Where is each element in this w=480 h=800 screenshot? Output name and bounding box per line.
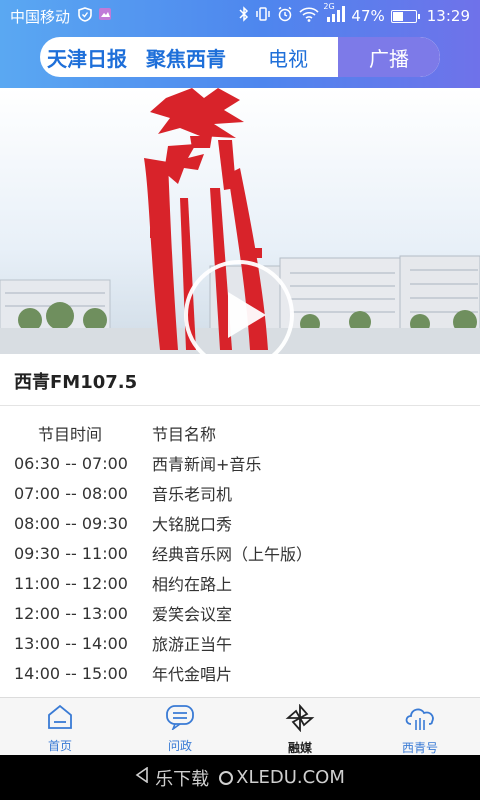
network-type-label: 2G: [323, 2, 335, 11]
schedule-row[interactable]: 11:00 -- 12:00 相约在路上: [0, 568, 480, 598]
nav-home[interactable]: 首页: [0, 698, 120, 755]
vibrate-icon: [255, 6, 271, 26]
shield-icon: [78, 6, 92, 26]
schedule-header: 节目时间 节目名称: [0, 418, 480, 448]
program-name: 大铭脱口秀: [152, 515, 233, 534]
program-name: 西青新闻+音乐: [152, 455, 262, 474]
nav-xiqing-label: 西青号: [401, 741, 438, 755]
divider: [0, 405, 480, 406]
program-time: 15:00 -- 17:00: [0, 694, 152, 697]
program-name: 年代金唱片: [152, 665, 233, 684]
schedule-row[interactable]: 06:30 -- 07:00 西青新闻+音乐: [0, 448, 480, 478]
tab-focus-xiqing[interactable]: 聚焦西青: [134, 37, 238, 77]
program-time: 08:00 -- 09:30: [14, 513, 128, 533]
program-time: 06:30 -- 07:00: [14, 453, 128, 473]
channel-tabs: 天津日报 聚焦西青 电视 广播: [40, 37, 440, 77]
tab-tianjin-daily[interactable]: 天津日报: [40, 37, 134, 77]
battery-icon: [390, 9, 420, 23]
home-circle-icon: [219, 770, 234, 785]
program-schedule[interactable]: 节目时间 节目名称 06:30 -- 07:00 西青新闻+音乐 07:00 -- …: [0, 418, 480, 696]
schedule-row[interactable]: 07:00 -- 08:00 音乐老司机: [0, 478, 480, 508]
program-name: 音乐老司机: [152, 485, 233, 504]
status-bar: 中国移动 2G 47% 13:29: [0, 0, 480, 32]
watermark-right-text: XLEDU.COM: [236, 767, 345, 788]
wifi-icon: [299, 6, 319, 26]
nav-media[interactable]: 融媒: [240, 698, 360, 755]
program-name: 相约在路上: [152, 575, 233, 594]
header-name: 节目名称: [152, 425, 217, 444]
program-time: 13:00 -- 14:00: [14, 633, 128, 653]
watermark-bar: 乐下载 XLEDU.COM: [0, 755, 480, 800]
bottom-navigation: 首页 问政 融媒 西青号: [0, 697, 480, 755]
nav-inquiry-label: 问政: [167, 739, 192, 753]
station-title: 西青FM107.5: [14, 372, 138, 393]
nav-inquiry[interactable]: 问政: [120, 698, 240, 755]
nav-xiqing[interactable]: 西青号: [360, 698, 480, 755]
header-time: 节目时间: [38, 425, 103, 444]
bluetooth-icon: [239, 6, 249, 26]
schedule-row[interactable]: 14:00 -- 15:00 年代金唱片: [0, 658, 480, 688]
video-player[interactable]: [0, 88, 480, 354]
back-icon: [135, 766, 149, 788]
tab-radio[interactable]: 广播: [338, 37, 440, 77]
schedule-row[interactable]: 09:30 -- 11:00 经典音乐网（上午版）: [0, 538, 480, 568]
tab-tv[interactable]: 电视: [238, 37, 338, 77]
clock: 13:29: [426, 7, 470, 25]
signal-icon: 2G: [323, 2, 346, 26]
program-name: 经典音乐网（下午版）: [152, 691, 480, 696]
nav-home-label: 首页: [47, 739, 72, 753]
battery-percent: 47%: [351, 7, 385, 25]
nav-media-label: 融媒: [287, 741, 312, 755]
watermark-left-text: 乐下载: [155, 768, 210, 790]
program-name: 经典音乐网（上午版）: [152, 545, 313, 564]
schedule-row[interactable]: 08:00 -- 09:30 大铭脱口秀: [0, 508, 480, 538]
cloud-icon: [402, 704, 438, 736]
program-time: 07:00 -- 08:00: [14, 483, 128, 503]
schedule-row[interactable]: 13:00 -- 14:00 旅游正当午: [0, 628, 480, 658]
image-icon: [98, 7, 112, 25]
carrier-label: 中国移动: [10, 7, 71, 26]
home-icon: [46, 704, 74, 734]
schedule-row[interactable]: 12:00 -- 13:00 爱笑会议室: [0, 598, 480, 628]
app-header: 中国移动 2G 47% 13:29 天津日报 聚焦西青 电视 广播: [0, 0, 480, 88]
program-name: 爱笑会议室: [152, 605, 233, 624]
program-time: 12:00 -- 13:00: [14, 603, 128, 623]
battery-fill: [392, 11, 403, 21]
program-time: 14:00 -- 15:00: [14, 663, 128, 683]
pinwheel-icon: [285, 703, 315, 736]
program-time: 09:30 -- 11:00: [14, 543, 128, 563]
program-name: 旅游正当午: [152, 635, 233, 654]
program-time: 11:00 -- 12:00: [14, 573, 128, 593]
chat-icon: [165, 704, 195, 734]
alarm-icon: [277, 6, 293, 26]
schedule-row[interactable]: 15:00 -- 17:00经典音乐网（下午版）: [0, 688, 480, 697]
